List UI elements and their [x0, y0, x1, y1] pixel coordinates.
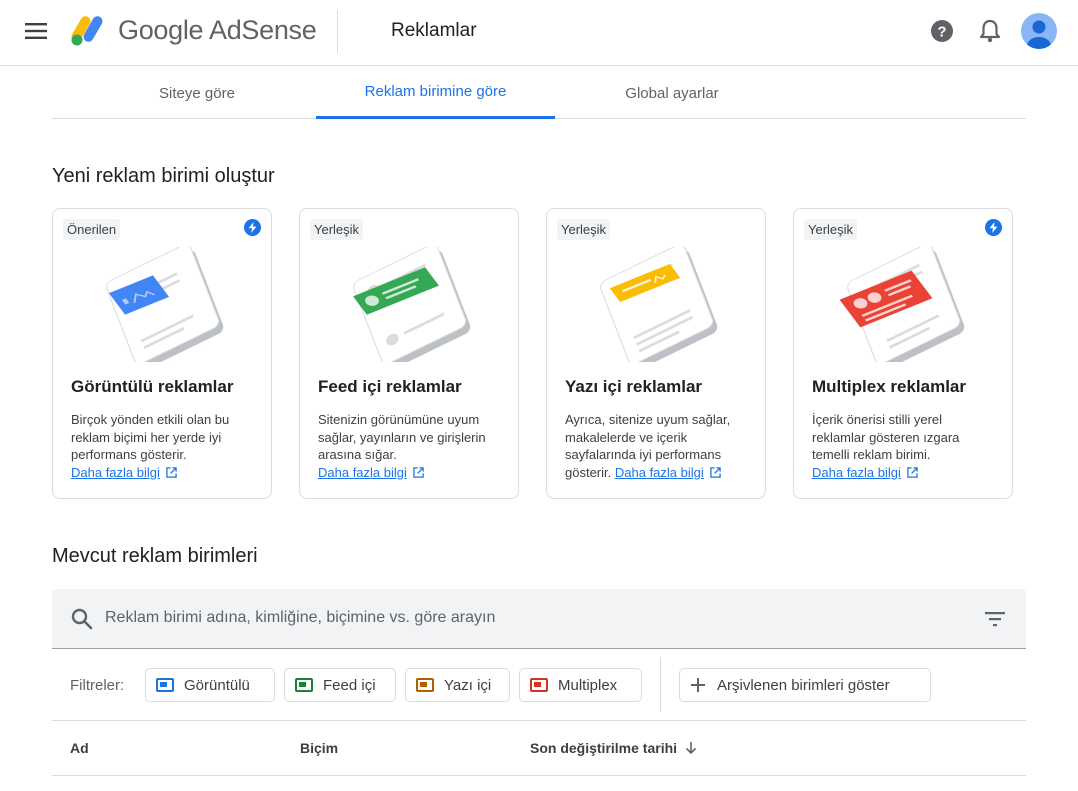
card-description-text: İçerik önerisi stilli yerel reklamlar gö…: [812, 412, 960, 462]
column-header-last-modified[interactable]: Son değiştirilme tarihi: [530, 740, 698, 756]
bolt-icon: [244, 219, 261, 236]
top-app-bar: Google AdSense Reklamlar ?: [0, 0, 1078, 66]
svg-text:?: ?: [937, 24, 946, 41]
card-chip: Yerleşik: [310, 219, 364, 240]
card-chip: Yerleşik: [804, 219, 858, 240]
card-multiplex-ads[interactable]: Yerleşik Multiplex reklamlar İçerik öner…: [793, 208, 1013, 499]
learn-more-text: Daha fazla bilgi: [318, 464, 407, 480]
learn-more-link[interactable]: Daha fazla bilgi: [318, 465, 407, 480]
card-description: İçerik önerisi stilli yerel reklamlar gö…: [812, 411, 998, 481]
main-menu-button[interactable]: [16, 11, 56, 51]
card-description: Sitenizin görünümüne uyum sağlar, yayınl…: [318, 411, 504, 481]
existing-section-title: Mevcut reklam birimleri: [52, 545, 258, 567]
filter-chip-in-feed[interactable]: Feed içi: [284, 668, 396, 702]
adsense-logo-icon: [71, 16, 103, 46]
filter-list-icon[interactable]: [983, 607, 1007, 631]
external-link-icon: [907, 466, 918, 478]
filter-chip-display[interactable]: Görüntülü: [145, 668, 275, 702]
external-link-icon: [166, 466, 177, 478]
filter-chip-in-article[interactable]: Yazı içi: [405, 668, 510, 702]
card-title: Multiplex reklamlar: [812, 377, 967, 396]
filter-chip-multiplex[interactable]: Multiplex: [519, 668, 642, 702]
logo-wordmark: Google AdSense: [118, 14, 317, 46]
filter-chip-label: Yazı içi: [444, 676, 492, 694]
header-divider: [337, 10, 338, 53]
column-header-format[interactable]: Biçim: [300, 740, 338, 756]
user-avatar-icon: [1027, 20, 1051, 49]
card-description: Ayrıca, sitenize uyum sağlar, makalelerd…: [565, 411, 751, 481]
bell-icon: [979, 19, 1001, 43]
learn-more-link[interactable]: Daha fazla bilgi: [615, 465, 704, 480]
learn-more-link[interactable]: Daha fazla bilgi: [71, 465, 160, 480]
in-feed-ad-illustration: [353, 247, 471, 362]
filters-label: Filtreler:: [70, 677, 125, 694]
tab-by-site[interactable]: Siteye göre: [122, 67, 272, 119]
external-link-icon: [413, 466, 424, 478]
search-icon: [71, 608, 93, 630]
help-icon: ?: [931, 20, 953, 42]
adsense-logo[interactable]: Google AdSense: [70, 12, 317, 48]
card-chip: Önerilen: [63, 219, 121, 240]
card-display-ads[interactable]: Önerilen Görüntülü reklamlar Birçok yönd…: [52, 208, 272, 499]
in-feed-format-icon: [295, 678, 313, 692]
page-title: Reklamlar: [391, 20, 477, 41]
create-section-title: Yeni reklam birimi oluştur: [52, 165, 275, 187]
learn-more-text: Daha fazla bilgi: [614, 464, 704, 480]
multiplex-ad-illustration: [839, 247, 965, 362]
card-in-feed-ads[interactable]: Yerleşik Feed içi reklamlar Sitenizin gö…: [299, 208, 519, 499]
account-avatar[interactable]: [1021, 13, 1057, 49]
add-icon: [691, 678, 705, 692]
in-article-ad-illustration: [600, 247, 718, 362]
filter-chip-label: Multiplex: [558, 676, 618, 694]
column-header-name[interactable]: Ad: [70, 740, 89, 756]
card-description-text: Birçok yönden etkili olan bu reklam biçi…: [71, 412, 230, 462]
card-title: Feed içi reklamlar: [318, 377, 462, 396]
notifications-button[interactable]: [970, 11, 1010, 51]
display-format-icon: [156, 678, 174, 692]
table-header: Ad Biçim Son değiştirilme tarihi: [52, 720, 1026, 776]
filter-chip-label: Feed içi: [323, 676, 376, 694]
tab-bar: Siteye göre Reklam birimine göre Global …: [52, 67, 1026, 119]
card-title: Görüntülü reklamlar: [71, 377, 234, 396]
search-bar[interactable]: Reklam birimi adına, kimliğine, biçimine…: [52, 589, 1026, 649]
logo-google-text: Google: [118, 14, 204, 45]
show-archived-button[interactable]: Arşivlenen birimleri göster: [679, 668, 931, 702]
learn-more-text: Daha fazla bilgi: [71, 464, 160, 480]
card-in-article-ads[interactable]: Yerleşik Yazı içi reklamlar Ayrıca, site…: [546, 208, 766, 499]
card-title: Yazı içi reklamlar: [565, 377, 703, 396]
filter-chip-label: Görüntülü: [184, 676, 250, 694]
arrow-down-icon: [685, 742, 697, 755]
tab-global-settings[interactable]: Global ayarlar: [597, 67, 747, 119]
hamburger-menu-icon: [25, 23, 47, 39]
card-description-text: Sitenizin görünümüne uyum sağlar, yayınl…: [318, 412, 486, 462]
external-link-icon: [710, 466, 721, 478]
help-button[interactable]: ?: [922, 11, 962, 51]
card-chip: Yerleşik: [557, 219, 611, 240]
filter-divider: [660, 657, 661, 712]
display-ad-illustration: [106, 247, 224, 362]
tab-by-ad-unit[interactable]: Reklam birimine göre: [316, 67, 555, 119]
learn-more-text: Daha fazla bilgi: [812, 464, 901, 480]
search-input[interactable]: Reklam birimi adına, kimliğine, biçimine…: [105, 609, 495, 627]
card-description: Birçok yönden etkili olan bu reklam biçi…: [71, 411, 257, 481]
column-header-last-modified-label: Son değiştirilme tarihi: [530, 740, 678, 756]
learn-more-link[interactable]: Daha fazla bilgi: [812, 465, 901, 480]
multiplex-format-icon: [530, 678, 548, 692]
in-article-format-icon: [416, 678, 434, 692]
bolt-icon: [985, 219, 1002, 236]
show-archived-label: Arşivlenen birimleri göster: [717, 676, 890, 694]
logo-product-text: AdSense: [208, 14, 317, 45]
